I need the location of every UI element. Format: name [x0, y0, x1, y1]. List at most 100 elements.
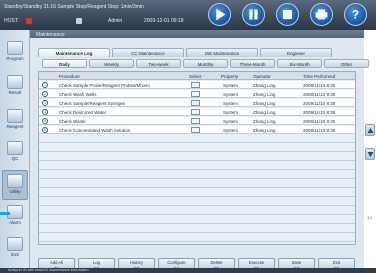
select-checkbox[interactable]	[191, 82, 200, 88]
pause-button[interactable]	[242, 3, 265, 26]
tab-three-month[interactable]: Three-Month	[230, 59, 275, 68]
select-checkbox[interactable]	[191, 91, 200, 97]
sidebar-item-alarm[interactable]: Alarm	[2, 202, 28, 232]
operator-cell: Zhang Ling	[253, 82, 276, 88]
utility-icon	[7, 174, 23, 188]
user-name: Admin	[108, 18, 123, 24]
panel-title: Maintenance	[36, 32, 65, 38]
tab-monthly[interactable]: Monthly	[183, 59, 228, 68]
operator-cell: Zhang Ling	[253, 91, 276, 97]
period-tabs: Daily Weekly Two-week Monthly Three-Mont…	[42, 59, 371, 68]
sidebar-item-result[interactable]: Result	[2, 72, 28, 102]
host-label: HOST:	[4, 18, 19, 24]
panel-title-bar	[30, 30, 364, 38]
table-row[interactable]: 2 Check Wash Wells System Zhang Ling 200…	[39, 90, 355, 98]
header-property: Property	[221, 73, 239, 79]
stop-button[interactable]	[276, 3, 299, 26]
sidebar-item-label: Reagent	[6, 124, 24, 129]
procedure-cell: Check Sample Probe/Reagent Probes/Mixers	[59, 82, 150, 88]
time-cell: 2009/11/10 8:30	[303, 82, 336, 88]
property-cell: System	[223, 100, 239, 106]
empty-table-row	[39, 198, 355, 206]
tab-engineer[interactable]: Engineer	[260, 48, 332, 57]
empty-table-row	[39, 135, 355, 143]
user-icon	[76, 18, 82, 24]
print-button[interactable]	[310, 3, 333, 26]
sidebar-item-utility[interactable]: Utility	[2, 170, 28, 200]
print-icon	[315, 9, 328, 20]
footer-bar: Analyzer ID with serial ID maintenance i…	[0, 268, 376, 273]
tab-maintenance-log[interactable]: Maintenance Log	[38, 48, 110, 57]
warning-icon[interactable]	[26, 18, 32, 24]
empty-table-row	[39, 180, 355, 188]
procedure-cell: Check Sample/Reagent Syringes	[59, 100, 126, 106]
tab-ise-maintenance[interactable]: ISE Maintenance	[186, 48, 258, 57]
property-cell: System	[223, 127, 239, 133]
property-cell: System	[223, 118, 239, 124]
scroll-down-button[interactable]	[365, 148, 375, 160]
sidebar-item-program[interactable]: Program	[2, 38, 28, 68]
tab-daily[interactable]: Daily	[42, 59, 87, 68]
table-row[interactable]: 1 Check Sample Probe/Reagent Probes/Mixe…	[39, 81, 355, 89]
help-button[interactable]: ?	[344, 3, 367, 26]
arrow-up-icon	[367, 128, 374, 133]
table-row[interactable]: 5 Check Waste System Zhang Ling 2009/11/…	[39, 117, 355, 125]
start-button[interactable]	[208, 3, 231, 26]
select-checkbox[interactable]	[191, 109, 200, 115]
sidebar-item-label: Exit	[11, 252, 19, 257]
operator-cell: Zhang Ling	[253, 118, 276, 124]
tab-six-month[interactable]: Six-Month	[277, 59, 322, 68]
procedure-table: Procedure Select Property Operator Time …	[38, 71, 356, 245]
select-checkbox[interactable]	[191, 100, 200, 106]
select-checkbox[interactable]	[191, 127, 200, 133]
time-cell: 2009/11/10 8:30	[303, 127, 336, 133]
help-icon: ?	[352, 8, 359, 22]
empty-table-row	[39, 225, 355, 233]
sidebar-item-qc[interactable]: QC	[2, 138, 28, 168]
arrow-down-icon	[367, 152, 374, 157]
tab-cc-maintenance[interactable]: CC Maintenance	[112, 48, 184, 57]
tab-weekly[interactable]: Weekly	[89, 59, 134, 68]
header-procedure: Procedure	[59, 73, 80, 79]
qc-icon	[7, 141, 23, 155]
program-icon	[7, 41, 23, 55]
sidebar-item-label: QC	[11, 156, 19, 161]
row-number: 1	[42, 82, 48, 88]
operator-cell: Zhang Ling	[253, 100, 276, 106]
scroll-up-button[interactable]	[365, 124, 375, 136]
tab-two-week[interactable]: Two-week	[136, 59, 181, 68]
operator-cell: Zhang Ling	[253, 127, 276, 133]
time-cell: 2009/11/10 8:30	[303, 100, 336, 106]
time-cell: 2009/11/10 8:30	[303, 91, 336, 97]
table-header: Procedure Select Property Operator Time …	[39, 72, 355, 80]
header-time-performed: Time Performed	[303, 73, 336, 79]
sidebar-item-reagent[interactable]: Reagent	[2, 106, 28, 136]
row-number: 4	[42, 109, 48, 115]
time-cell: 2009/11/10 8:30	[303, 118, 336, 124]
row-number: 6	[42, 127, 48, 133]
empty-table-row	[39, 234, 355, 242]
sidebar-item-exit[interactable]: Exit	[2, 234, 28, 264]
table-row[interactable]: 4 Check Deionized Water System Zhang Lin…	[39, 108, 355, 116]
empty-table-row	[39, 207, 355, 215]
property-cell: System	[223, 109, 239, 115]
left-sidebar: Program Result Reagent QC Utility Alarm …	[0, 30, 30, 273]
exit-icon	[7, 237, 23, 251]
play-icon	[216, 8, 226, 21]
select-checkbox[interactable]	[191, 118, 200, 124]
table-row[interactable]: 6 Check Concentrated Wash Solution Syste…	[39, 126, 355, 134]
active-indicator	[0, 212, 10, 215]
procedure-cell: Check Deionized Water	[59, 109, 107, 115]
sidebar-item-label: Program	[6, 56, 24, 61]
empty-table-row	[39, 216, 355, 224]
system-status-text: Standby/Standby 31:16 Sample Stop/Reagen…	[4, 4, 144, 10]
empty-table-row	[39, 189, 355, 197]
sidebar-item-label: Alarm	[9, 220, 21, 225]
table-row[interactable]: 3 Check Sample/Reagent Syringes System Z…	[39, 99, 355, 107]
empty-table-row	[39, 144, 355, 152]
row-number: 2	[42, 91, 48, 97]
empty-table-row	[39, 162, 355, 170]
empty-table-row	[39, 153, 355, 161]
tab-other[interactable]: Other	[324, 59, 369, 68]
result-icon	[7, 75, 23, 89]
